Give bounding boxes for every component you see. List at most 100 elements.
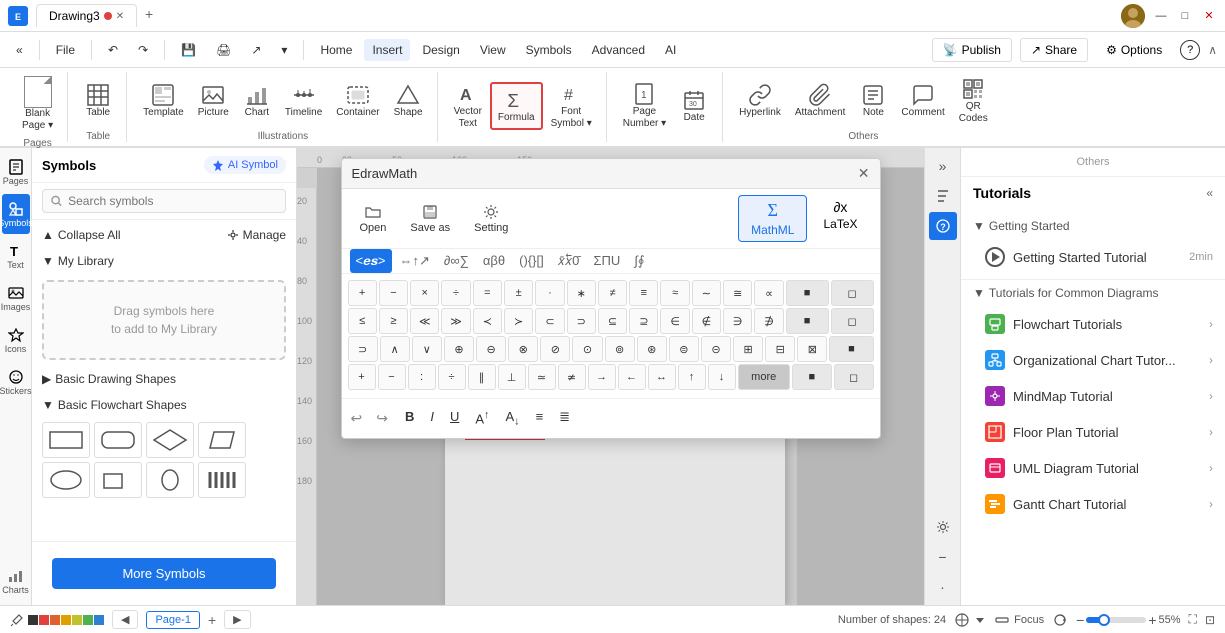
ribbon-shape[interactable]: Shape — [388, 79, 429, 123]
key-plus[interactable]: + — [348, 280, 377, 306]
key-prec[interactable]: ≺ — [473, 308, 502, 334]
ribbon-hyperlink[interactable]: Hyperlink — [733, 79, 787, 123]
print-button[interactable]: 🖨 — [208, 39, 239, 61]
key-spec2[interactable]: ◻ — [831, 280, 874, 306]
format-bold-button[interactable]: B — [399, 407, 420, 430]
ribbon-font-symbol[interactable]: # FontSymbol ▾ — [545, 78, 598, 134]
key-obox[interactable]: ⊞ — [733, 336, 763, 362]
sidebar-charts[interactable]: Charts — [2, 561, 30, 601]
flowchart-tutorial-item[interactable]: Flowchart Tutorials › — [961, 306, 1225, 342]
user-avatar[interactable] — [1121, 4, 1145, 28]
more-symbols-button[interactable]: More Symbols — [52, 558, 276, 589]
sidebar-icons[interactable]: Icons — [2, 320, 30, 360]
dialog-save-as-button[interactable]: Save as — [402, 200, 458, 238]
key-oeq[interactable]: ⊜ — [669, 336, 699, 362]
key-in[interactable]: ∈ — [660, 308, 689, 334]
key-sup[interactable]: ⊃ — [567, 308, 596, 334]
key-more[interactable]: more — [738, 364, 790, 390]
dialog-close-button[interactable]: ✕ — [858, 165, 870, 182]
key-ombox[interactable]: ⊟ — [765, 336, 795, 362]
zoom-slider-thumb[interactable] — [1098, 614, 1110, 626]
minimize-button[interactable]: — — [1153, 8, 1169, 24]
search-input[interactable] — [68, 194, 277, 208]
key-approx[interactable]: ≈ — [660, 280, 689, 306]
shape-oval[interactable] — [42, 462, 90, 498]
sidebar-stickers[interactable]: Stickers — [2, 362, 30, 402]
key-otimes[interactable]: ⊗ — [508, 336, 538, 362]
shape-diamond[interactable] — [146, 422, 194, 458]
ribbon-attachment[interactable]: Attachment — [789, 79, 852, 123]
key-ocirc[interactable]: ⊚ — [605, 336, 635, 362]
ribbon-timeline[interactable]: Timeline — [279, 79, 328, 123]
key-ast[interactable]: ∗ — [567, 280, 596, 306]
options-button[interactable]: ⚙ Options — [1096, 39, 1172, 61]
key-par[interactable]: ∥ — [468, 364, 496, 390]
key-leq[interactable]: ≤ — [348, 308, 377, 334]
close-button[interactable]: ✕ — [1201, 8, 1217, 24]
key-dot[interactable]: · — [535, 280, 564, 306]
page-minus-button[interactable]: ◀ — [112, 610, 138, 629]
key-lrarr[interactable]: ↔ — [648, 364, 676, 390]
ribbon-formula[interactable]: Σ Formula — [490, 82, 543, 130]
sidebar-images[interactable]: Images — [2, 278, 30, 318]
rpanel-help-button[interactable]: ? — [929, 212, 957, 240]
ai-symbol-button[interactable]: AI Symbol — [204, 156, 286, 174]
key-perp[interactable]: ⊥ — [498, 364, 526, 390]
format-italic-button[interactable]: I — [424, 407, 440, 430]
ribbon-date[interactable]: 30 Date — [674, 84, 714, 128]
key-colon[interactable]: : — [408, 364, 436, 390]
sidebar-text[interactable]: T Text — [2, 236, 30, 276]
key-succ[interactable]: ≻ — [504, 308, 533, 334]
shape-parallelogram[interactable] — [198, 422, 246, 458]
key-eq[interactable]: = — [473, 280, 502, 306]
uml-tutorial-item[interactable]: UML Diagram Tutorial › — [961, 450, 1225, 486]
sym-tab-6[interactable]: ΣΠU — [587, 249, 626, 273]
mathml-mode-button[interactable]: Σ MathML — [738, 195, 807, 242]
latex-mode-button[interactable]: ∂x LaTeX — [811, 195, 869, 242]
shape-cylinder[interactable] — [94, 462, 142, 498]
key-uarr[interactable]: ↑ — [678, 364, 706, 390]
key-ni[interactable]: ∋ — [723, 308, 752, 334]
mindmap-tutorial-item[interactable]: MindMap Tutorial › — [961, 378, 1225, 414]
rpanel-settings-button[interactable] — [929, 513, 957, 541]
key-ll[interactable]: ≪ — [410, 308, 439, 334]
key-equiv[interactable]: ≡ — [629, 280, 658, 306]
fullscreen-button[interactable]: ⛶ — [1189, 612, 1197, 627]
key-sim[interactable]: ∼ — [692, 280, 721, 306]
library-drop-zone[interactable]: Drag symbols here to add to My Library — [42, 280, 286, 360]
ribbon-vector-text[interactable]: A VectorText — [448, 78, 488, 134]
dialog-open-button[interactable]: Open — [352, 200, 395, 238]
key-ominus[interactable]: ⊖ — [476, 336, 506, 362]
sidebar-pages[interactable]: Pages — [2, 152, 30, 192]
key-oxbox[interactable]: ⊠ — [797, 336, 827, 362]
key-neq[interactable]: ≠ — [598, 280, 627, 306]
menu-file[interactable]: File — [48, 39, 83, 61]
rpanel-expand-button[interactable]: » — [929, 152, 957, 180]
collapse-all-button[interactable]: ▲ Collapse All — [42, 228, 121, 242]
undo-button[interactable]: ↶ — [100, 39, 126, 61]
getting-started-tutorial-item[interactable]: Getting Started Tutorial 2min — [961, 239, 1225, 275]
sym-tab-0[interactable]: <𝒆𝒔> — [350, 249, 392, 273]
key-spec5[interactable]: ■ — [829, 336, 873, 362]
page-forward-button[interactable]: ▶ — [224, 610, 250, 629]
rpanel-minus-button[interactable]: − — [929, 543, 957, 571]
org-chart-tutorial-item[interactable]: Organizational Chart Tutor... › — [961, 342, 1225, 378]
key-minus2[interactable]: − — [378, 364, 406, 390]
tab-close-icon[interactable]: ✕ — [116, 11, 124, 22]
ribbon-picture[interactable]: Picture — [192, 79, 235, 123]
shape-offpage[interactable] — [146, 462, 194, 498]
add-tab-button[interactable]: + — [139, 4, 159, 24]
menu-home[interactable]: Home — [312, 39, 360, 61]
menu-view[interactable]: View — [472, 39, 514, 61]
zoom-slider[interactable] — [1086, 617, 1146, 623]
menu-symbols[interactable]: Symbols — [518, 39, 580, 61]
key-gg[interactable]: ≫ — [441, 308, 470, 334]
menu-design[interactable]: Design — [414, 39, 467, 61]
key-notin[interactable]: ∉ — [692, 308, 721, 334]
key-minus[interactable]: − — [379, 280, 408, 306]
key-sub[interactable]: ⊂ — [535, 308, 564, 334]
sym-tab-2[interactable]: ∂∞∑ — [438, 249, 475, 273]
key-oslash[interactable]: ⊘ — [540, 336, 570, 362]
basic-drawing-shapes-header[interactable]: ▶ Basic Drawing Shapes — [32, 368, 296, 390]
key-rarr[interactable]: → — [588, 364, 616, 390]
